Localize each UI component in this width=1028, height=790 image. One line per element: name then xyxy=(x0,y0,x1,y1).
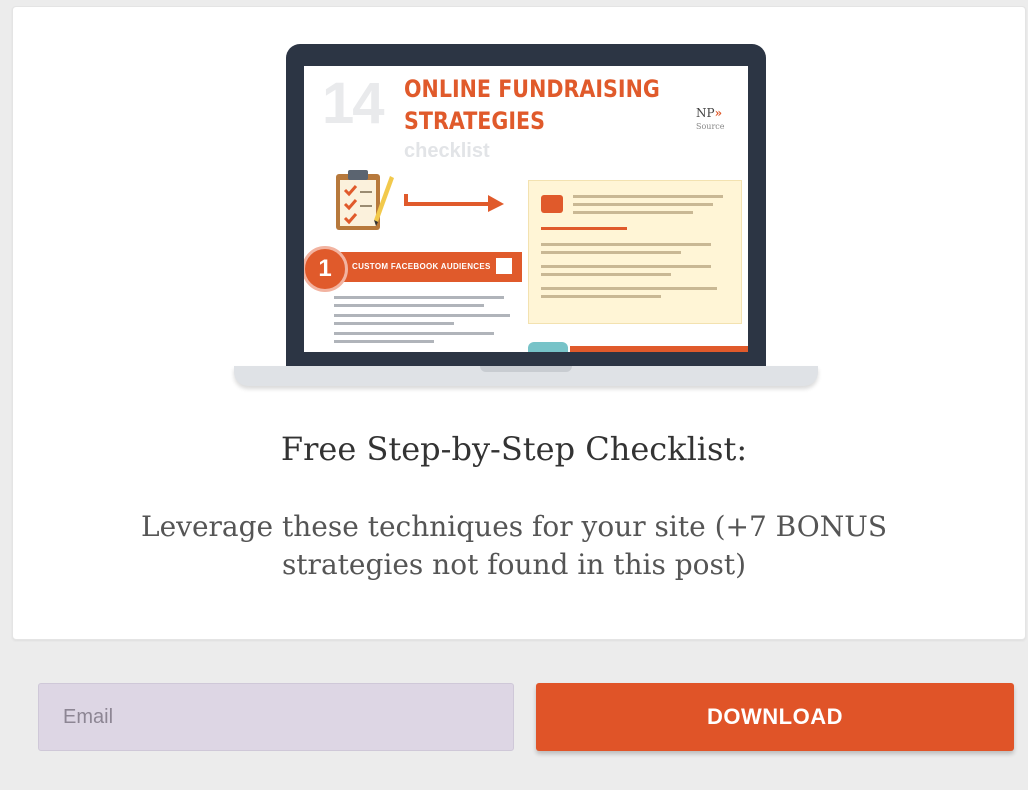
download-button[interactable]: DOWNLOAD xyxy=(536,683,1014,751)
chat-icon xyxy=(541,195,563,213)
offer-subline: Leverage these techniques for your site … xyxy=(140,510,888,581)
screen-step-bar: CUSTOM FACEBOOK AUDIENCES xyxy=(324,252,522,282)
screen-title-line2: STRATEGIES xyxy=(404,107,545,135)
screen-red-bar xyxy=(570,346,748,352)
clipboard-icon xyxy=(336,170,394,230)
email-input[interactable] xyxy=(38,683,514,751)
screen-subtitle: checklist xyxy=(404,140,490,162)
laptop-mockup: 14 ONLINE FUNDRAISING STRATEGIES checkli… xyxy=(234,44,818,388)
screen-brand-logo: NP» xyxy=(696,106,722,120)
screen-title-line1: ONLINE FUNDRAISING xyxy=(404,75,660,103)
screen-teal-tab xyxy=(528,342,568,352)
screen-brand-sub: Source xyxy=(696,122,725,131)
screen-step-number: 1 xyxy=(304,246,348,292)
offer-headline: Free Step-by-Step Checklist: xyxy=(280,430,748,468)
arrow-right-icon xyxy=(404,194,504,212)
screen-note-box xyxy=(528,180,742,324)
laptop-notch xyxy=(480,366,572,372)
checkbox-icon xyxy=(496,258,512,274)
screen-step-label: CUSTOM FACEBOOK AUDIENCES xyxy=(352,262,491,271)
brand-name: NP xyxy=(696,106,715,120)
brand-mark: » xyxy=(714,106,723,120)
laptop-screen: 14 ONLINE FUNDRAISING STRATEGIES checkli… xyxy=(304,66,748,352)
laptop-bezel: 14 ONLINE FUNDRAISING STRATEGIES checkli… xyxy=(286,44,766,366)
screen-big-number: 14 xyxy=(322,71,384,136)
